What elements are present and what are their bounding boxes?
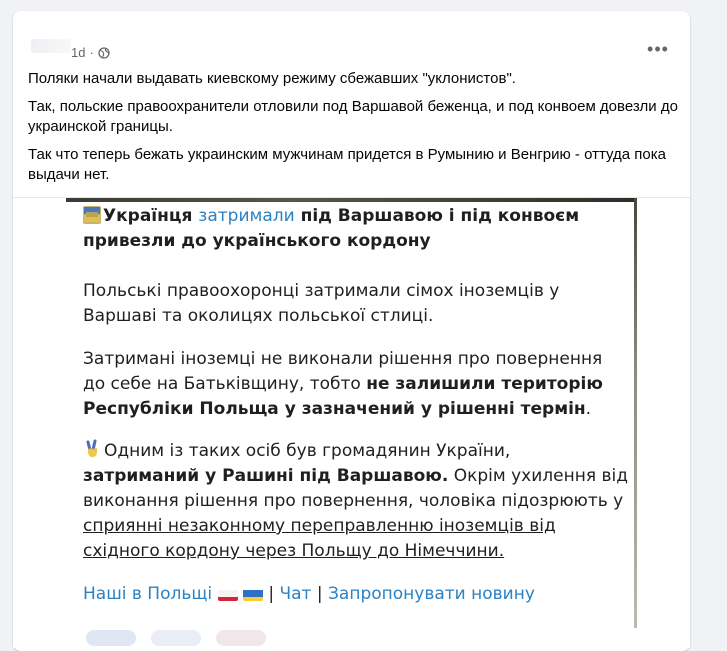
tg-link-nashi-v-polshchi[interactable]: Наші в Польщі: [83, 584, 212, 604]
post-timestamp[interactable]: 1d: [71, 45, 85, 60]
flag-icon: [83, 206, 101, 224]
post-card: 1d · ••• Поляки начали выдавать киевском…: [13, 11, 690, 651]
tg-underlined-text: сприянні незаконному переправленню інозе…: [83, 516, 556, 561]
post-image[interactable]: Українця затримали під Варшавою і під ко…: [13, 197, 690, 648]
tg-paragraph: Польські правоохоронці затримали сімох і…: [83, 281, 560, 326]
tg-headline-link: затримали: [198, 206, 295, 226]
post-header: 1d · •••: [13, 11, 690, 63]
tg-bold-text: затриманий у Рашині під Варшавою.: [83, 466, 449, 486]
more-options-button[interactable]: •••: [640, 31, 676, 67]
tg-text: Одним із таких осіб був громадянин Украї…: [104, 441, 511, 461]
photo-edge: [634, 198, 637, 628]
tg-link-propose-news[interactable]: Запропонувати новину: [328, 584, 535, 604]
telegram-screenshot: Українця затримали під Варшавою і під ко…: [66, 202, 634, 642]
post-paragraph: Поляки начали выдавать киевскому режиму …: [28, 70, 516, 87]
poland-flag-icon: [217, 587, 238, 601]
tg-paragraph: Затримані іноземці не виконали рішення п…: [83, 347, 628, 422]
reaction-pill[interactable]: [151, 630, 201, 646]
globe-icon: [98, 46, 110, 59]
tg-headline: Українця затримали під Варшавою і під ко…: [83, 204, 628, 254]
post-paragraph: Так что теперь бежать украинским мужчина…: [28, 146, 666, 183]
author-name-blurred[interactable]: [31, 39, 71, 53]
reaction-pill[interactable]: [86, 630, 136, 646]
victory-hand-icon: [83, 439, 101, 459]
reaction-pill[interactable]: [216, 630, 266, 646]
link-separator: |: [268, 584, 275, 604]
tg-text: .: [585, 399, 592, 419]
tg-link-chat[interactable]: Чат: [279, 584, 311, 604]
tg-footer-links: Наші в Польщі | Чат | Запропонувати нови…: [83, 582, 628, 607]
more-options-icon: •••: [647, 38, 669, 59]
post-body: Поляки начали выдавать киевскому режиму …: [28, 69, 683, 193]
tg-reactions-row: [66, 626, 634, 646]
ukraine-flag-icon: [242, 587, 263, 601]
post-paragraph: Так, польские правоохранители отловили п…: [28, 98, 678, 135]
link-separator: |: [316, 584, 323, 604]
post-meta: 1d ·: [71, 45, 110, 60]
meta-separator: ·: [89, 45, 94, 60]
tg-paragraph: Одним із таких осіб був громадянин Украї…: [83, 439, 628, 564]
tg-headline-text: Українця: [103, 206, 199, 226]
